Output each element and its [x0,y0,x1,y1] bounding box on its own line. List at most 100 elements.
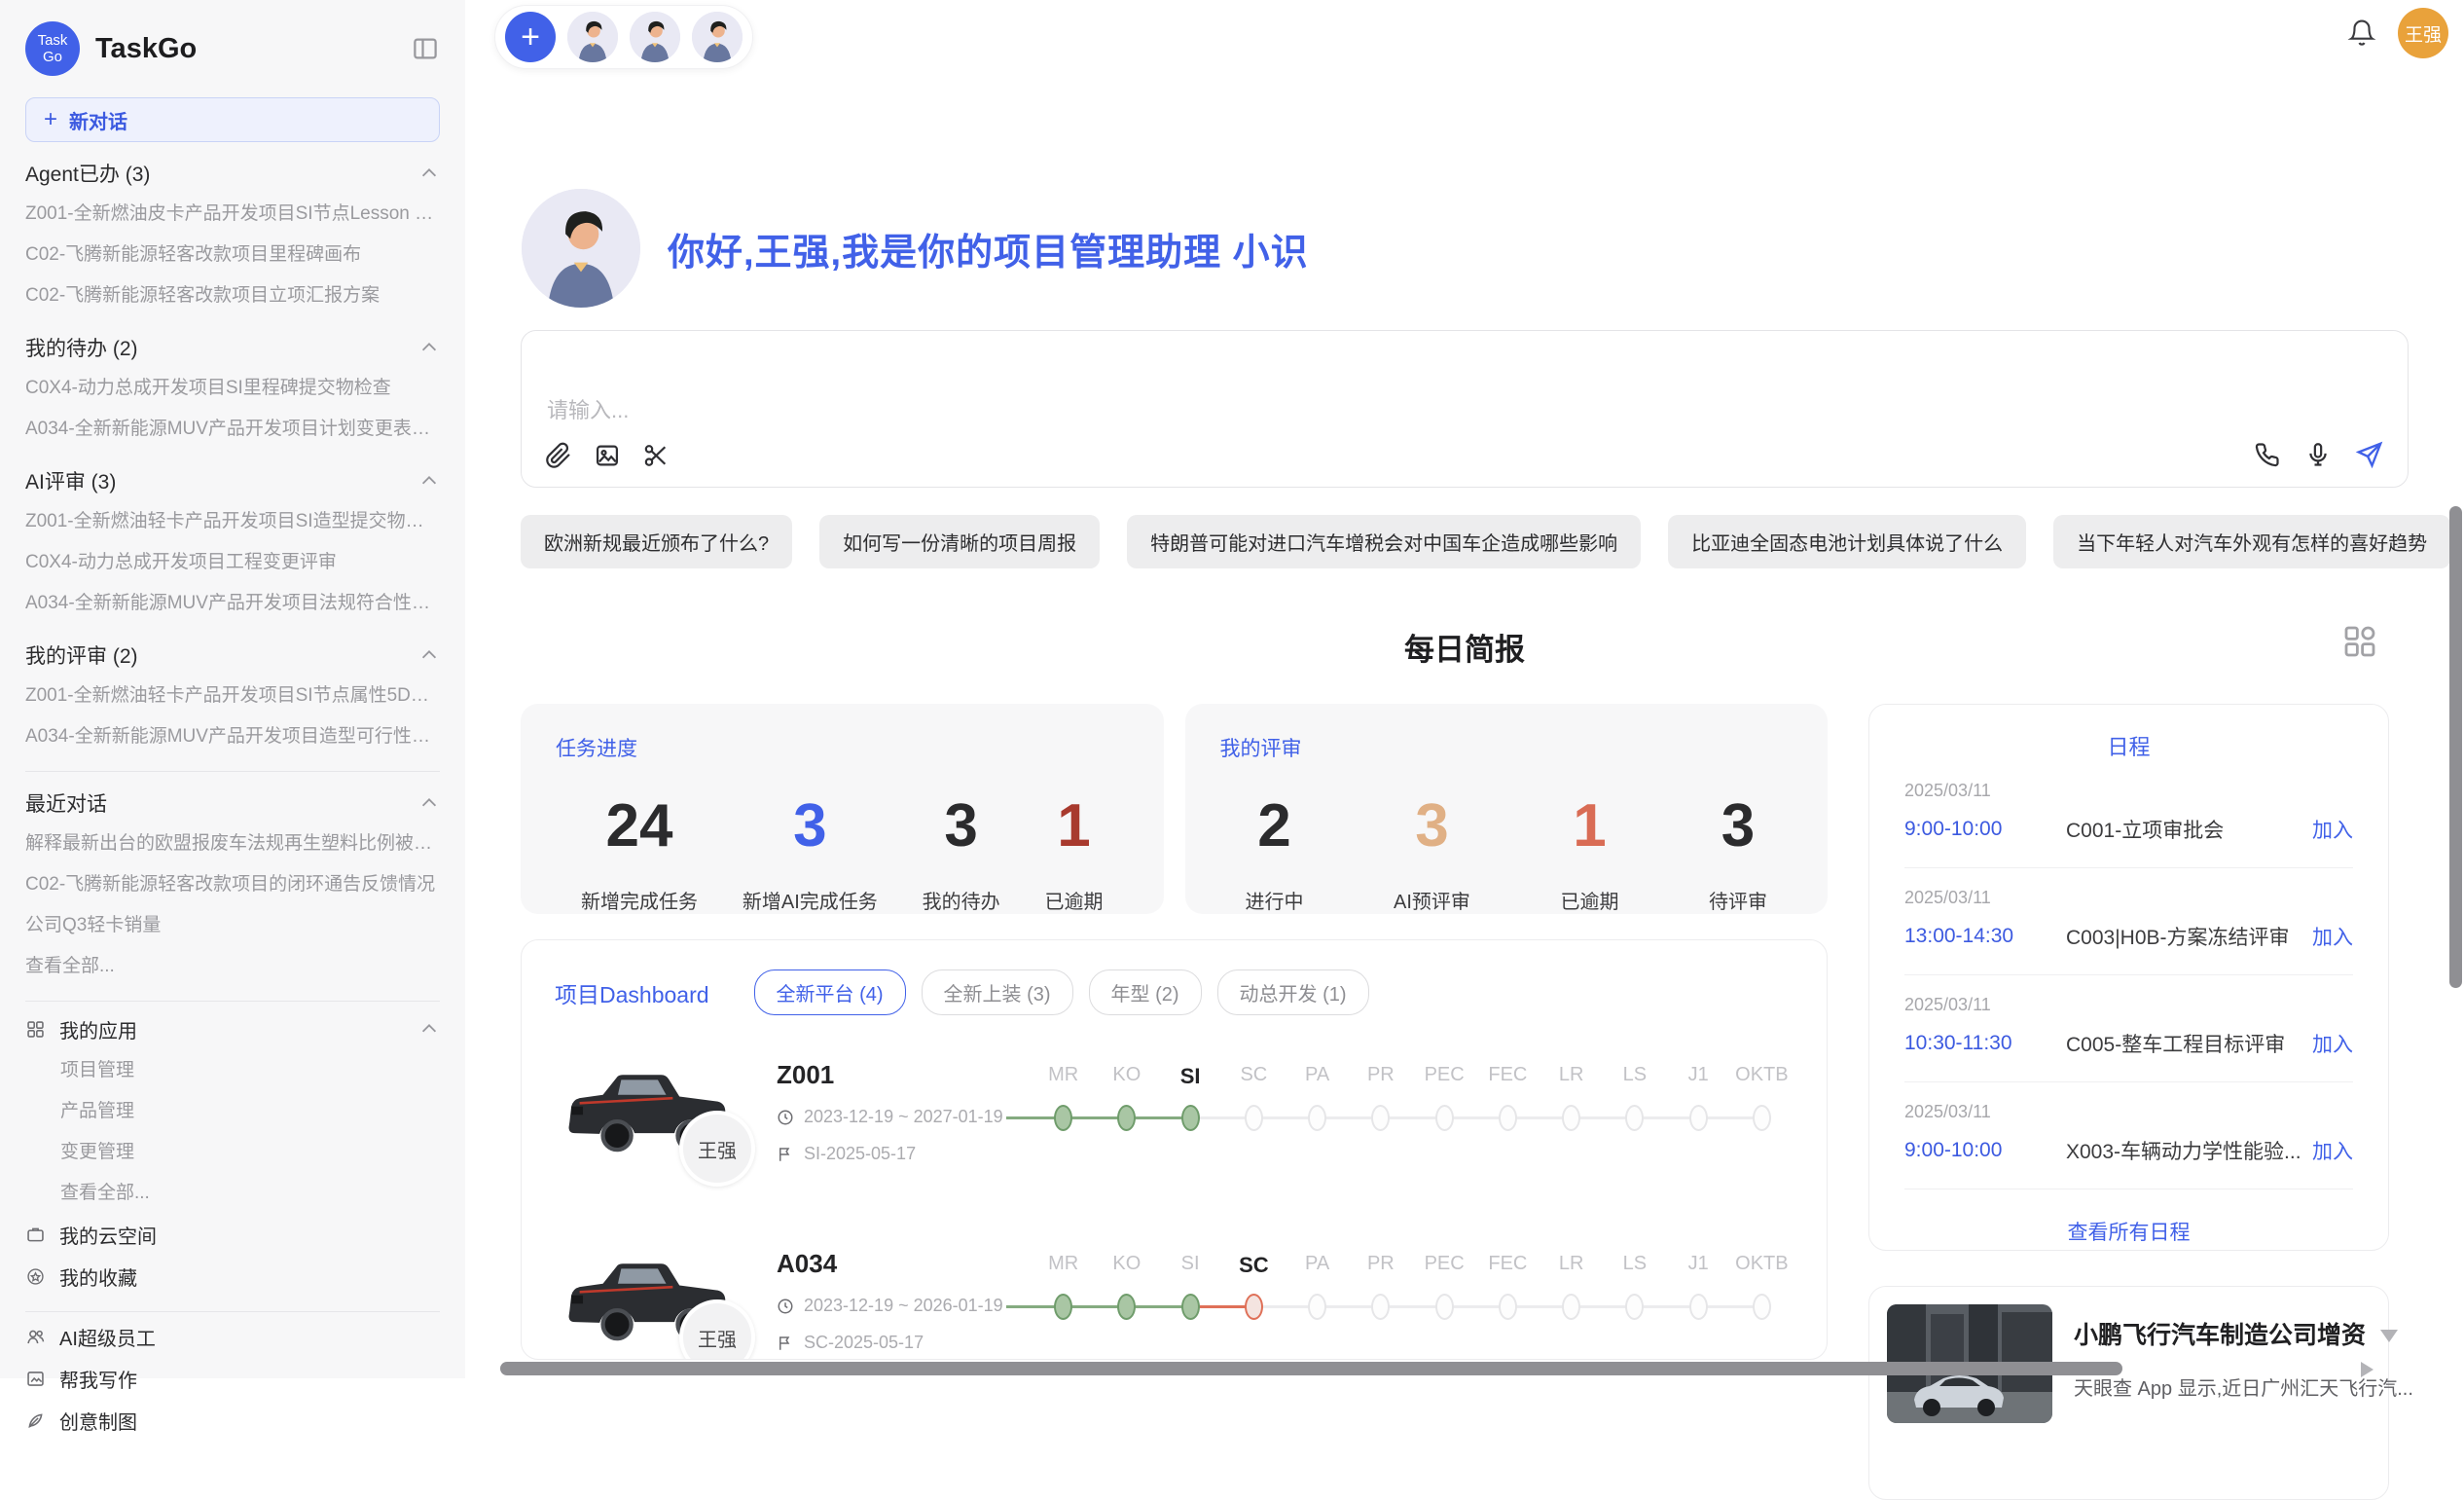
list-item[interactable]: C02-飞腾新能源轻客改款项目立项汇报方案 [25,275,440,316]
chevron-up-icon[interactable] [418,163,440,184]
list-item[interactable]: A034-全新新能源MUV产品开发项目计划变更表编写 [25,409,440,450]
stat-label: AI预评审 [1394,886,1470,914]
sidebar-item-label: 我的云空间 [59,1221,157,1249]
filter-model-year[interactable]: 年型 (2) [1089,970,1202,1015]
session-avatar-3[interactable] [692,12,743,62]
schedule-time: 9:00-10:00 [1904,1139,2066,1162]
section-my-todo[interactable]: 我的待办 (2) [25,326,440,368]
news-card[interactable]: 小鹏飞行汽车制造公司增资 天眼查 App 显示,近日广州汇天飞行汽... [1868,1286,2389,1500]
list-item[interactable]: 公司Q3轻卡销量 [25,905,440,946]
filter-powertrain[interactable]: 动总开发 (1) [1217,970,1369,1015]
scroll-right-arrow-icon[interactable] [2361,1362,2373,1377]
list-item[interactable]: A034-全新新能源MUV产品开发项目造型可行性评审 [25,716,440,757]
chevron-up-icon[interactable] [418,1018,440,1040]
app-item-product-mgmt[interactable]: 产品管理 [25,1091,440,1132]
schedule-entry[interactable]: 2025/03/11 9:00-10:00 X003-车辆动力学性能验... 加… [1904,1082,2353,1189]
suggestion-chip[interactable]: 欧洲新规最近颁布了什么? [521,515,792,568]
sidebar-item-cloud-space[interactable]: 我的云空间 [25,1214,440,1256]
milestone-dot [1181,1294,1200,1320]
join-button[interactable]: 加入 [2312,815,2353,844]
suggestion-chip[interactable]: 比亚迪全固态电池计划具体说了什么 [1668,515,2026,568]
list-item[interactable]: C02-飞腾新能源轻客改款项目里程碑画布 [25,235,440,275]
suggestion-chip[interactable]: 当下年轻人对汽车外观有怎样的喜好趋势 [2053,515,2450,568]
stat-value: 1 [1044,791,1103,860]
schedule-entry[interactable]: 2025/03/11 9:00-10:00 C001-立项审批会 加入 [1904,761,2353,868]
list-item[interactable]: C0X4-动力总成开发项目工程变更评审 [25,542,440,583]
schedule-entry[interactable]: 2025/03/11 13:00-14:30 C003|H0B-方案冻结评审 加… [1904,868,2353,975]
view-all-schedule-link[interactable]: 查看所有日程 [1904,1217,2353,1246]
section-my-review[interactable]: 我的评审 (2) [25,634,440,676]
stat-label: 我的待办 [923,886,1000,914]
list-item[interactable]: C0X4-动力总成开发项目SI里程碑提交物检查 [25,368,440,409]
list-item[interactable]: A034-全新新能源MUV产品开发项目法规符合性评审 [25,583,440,624]
chevron-up-icon[interactable] [418,792,440,814]
join-button[interactable]: 加入 [2312,1136,2353,1165]
app-item-project-mgmt[interactable]: 项目管理 [25,1050,440,1091]
schedule-entry[interactable]: 2025/03/11 10:30-11:30 C005-整车工程目标评审 加入 [1904,975,2353,1082]
flag-icon [777,1146,794,1163]
assistant-avatar [522,189,640,308]
schedule-date: 2025/03/11 [1904,888,2353,908]
user-avatar[interactable]: 王强 [2398,8,2448,58]
feather-pen-icon [25,1410,46,1431]
list-item[interactable]: Z001-全新燃油皮卡产品开发项目SI节点Lesson Learn报告 [25,194,440,235]
view-all-apps-link[interactable]: 查看全部... [25,1173,440,1214]
schedule-event-title: C005-整车工程目标评审 [2066,1029,2312,1058]
layout-grid-icon[interactable] [2339,621,2380,662]
app-item-change-mgmt[interactable]: 变更管理 [25,1132,440,1173]
schedule-event-title: C003|H0B-方案冻结评审 [2066,922,2312,951]
add-session-button[interactable]: + [505,12,556,62]
milestone-lr: LR [1540,1253,1603,1329]
project-code: A034 [777,1249,1032,1279]
sidebar-item-creative-drawing[interactable]: 创意制图 [25,1400,440,1442]
section-my-apps[interactable]: 我的应用 [25,1007,440,1050]
filter-new-body[interactable]: 全新上装 (3) [922,970,1073,1015]
voice-call-icon[interactable] [2254,441,2281,468]
join-button[interactable]: 加入 [2312,922,2353,951]
list-item[interactable]: C02-飞腾新能源轻客改款项目的闭环通告反馈情况 [25,864,440,905]
stat-label: 已逾期 [1044,886,1103,914]
notifications-bell-icon[interactable] [2347,18,2376,48]
stat-overdue: 1 已逾期 [1560,791,1618,914]
view-all-chats-link[interactable]: 查看全部... [25,946,440,987]
milestone-mr: MR [1032,1064,1095,1140]
chat-composer[interactable]: 请输入... [521,330,2409,488]
sidebar-item-help-me-write[interactable]: 帮我写作 [25,1358,440,1400]
project-row-z001[interactable]: 王强 Z001 2023-12-19 ~ 2027-01-19 SI-2025-… [555,1056,1794,1204]
attach-icon[interactable] [545,442,572,469]
section-recent-chats[interactable]: 最近对话 [25,782,440,823]
owner-badge: 王强 [679,1299,755,1360]
list-item[interactable]: Z001-全新燃油轻卡产品开发项目SI造型提交物评审 [25,501,440,542]
sidebar-item-ai-super-staff[interactable]: AI超级员工 [25,1316,440,1358]
join-button[interactable]: 加入 [2312,1029,2353,1058]
sidebar-collapse-icon[interactable] [411,34,440,63]
flag-icon [777,1335,794,1352]
milestone-dot [1435,1105,1454,1131]
scroll-down-arrow-icon[interactable] [2380,1330,2398,1342]
scissors-icon[interactable] [642,442,670,469]
send-icon[interactable] [2355,440,2384,469]
suggestion-chip[interactable]: 如何写一份清晰的项目周报 [819,515,1100,568]
milestone-dot [1117,1105,1136,1131]
suggestion-chip[interactable]: 特朗普可能对进口汽车增税会对中国车企造成哪些影响 [1127,515,1641,568]
horizontal-scrollbar[interactable] [500,1362,2122,1375]
logo-line-1: Task [38,32,68,49]
image-upload-icon[interactable] [594,442,621,469]
section-agent-done[interactable]: Agent已办 (3) [25,152,440,194]
new-chat-button[interactable]: + 新对话 [25,97,440,142]
list-item[interactable]: Z001-全新燃油轻卡产品开发项目SI节点属性5D文件评审 [25,676,440,716]
list-item[interactable]: 解释最新出台的欧盟报废车法规再生塑料比例被调至15%... [25,823,440,864]
owner-badge: 王强 [679,1111,755,1187]
chevron-up-icon[interactable] [418,470,440,492]
section-ai-review[interactable]: AI评审 (3) [25,459,440,501]
stat-label: 进行中 [1246,886,1304,914]
vertical-scrollbar[interactable] [2449,506,2462,988]
session-avatar-1[interactable] [567,12,618,62]
chevron-up-icon[interactable] [418,337,440,358]
sidebar-item-favorites[interactable]: 我的收藏 [25,1256,440,1298]
filter-new-platform[interactable]: 全新平台 (4) [754,970,906,1015]
chevron-up-icon[interactable] [418,644,440,666]
session-avatar-2[interactable] [630,12,680,62]
project-row-a034[interactable]: 王强 A034 2023-12-19 ~ 2026-01-19 SC-2025-… [555,1245,1794,1360]
microphone-icon[interactable] [2304,441,2332,468]
